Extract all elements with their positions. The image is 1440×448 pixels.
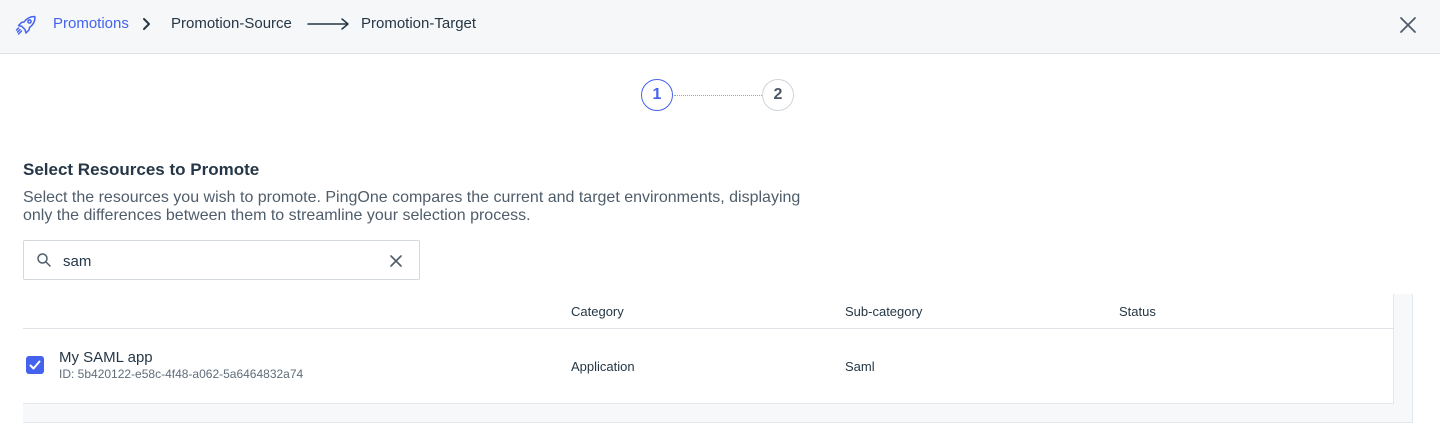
modal-header: Promotions Promotion-Source Promotion-Ta… xyxy=(0,0,1440,54)
cell-subcategory: Saml xyxy=(845,359,875,374)
arrow-right-icon xyxy=(307,18,349,30)
section-title: Select Resources to Promote xyxy=(23,160,260,179)
row-checkbox[interactable] xyxy=(26,356,44,374)
search-box xyxy=(23,240,420,280)
resources-table-container: Category Sub-category Status My SAML app… xyxy=(23,294,1413,423)
column-header-status[interactable]: Status xyxy=(1119,304,1156,319)
cell-category: Application xyxy=(571,359,635,374)
resource-id: ID: 5b420122-e58c-4f48-a062-5a6464832a74 xyxy=(59,367,304,381)
checkmark-icon xyxy=(29,360,41,370)
chevron-right-icon xyxy=(143,18,150,30)
step-2[interactable]: 2 xyxy=(762,79,794,111)
column-header-subcategory[interactable]: Sub-category xyxy=(845,304,922,319)
step-connector xyxy=(674,95,762,96)
promotion-target-label: Promotion-Target xyxy=(361,15,477,32)
resources-table: Category Sub-category Status My SAML app… xyxy=(23,294,1394,404)
promotion-source-label: Promotion-Source xyxy=(171,15,292,32)
step-1[interactable]: 1 xyxy=(641,79,673,111)
resource-name: My SAML app xyxy=(59,349,153,366)
table-header: Category Sub-category Status xyxy=(23,294,1394,329)
search-input[interactable] xyxy=(63,250,373,272)
breadcrumb-promotions-link[interactable]: Promotions xyxy=(53,15,129,32)
rocket-icon xyxy=(15,15,36,35)
column-header-category[interactable]: Category xyxy=(571,304,624,319)
clear-icon[interactable] xyxy=(388,253,404,269)
close-icon[interactable] xyxy=(1396,13,1420,37)
section-description: Select the resources you wish to promote… xyxy=(23,189,801,224)
table-row: My SAML app ID: 5b420122-e58c-4f48-a062-… xyxy=(23,329,1394,403)
search-icon xyxy=(37,253,51,267)
wizard-stepper: 1 2 xyxy=(641,79,795,112)
